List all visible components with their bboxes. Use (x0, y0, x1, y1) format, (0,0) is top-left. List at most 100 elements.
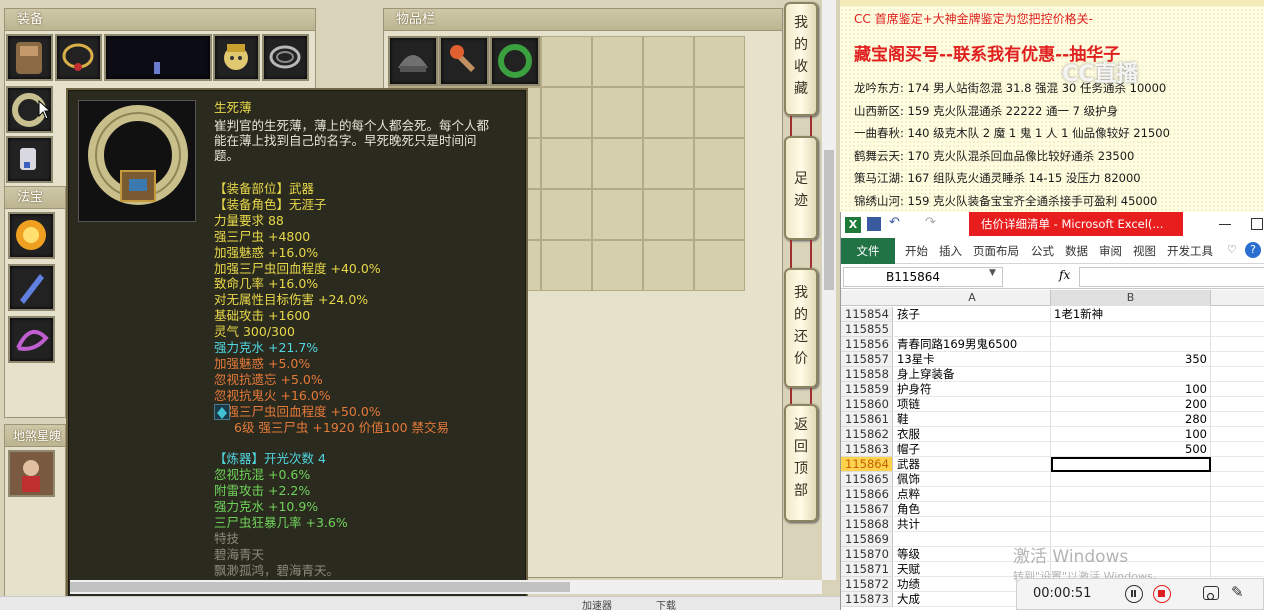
cell-a[interactable]: 武器 (894, 457, 1051, 472)
cell-c[interactable] (1211, 532, 1264, 547)
equip-slot-rope[interactable] (262, 34, 309, 81)
name-box[interactable]: B115864 (843, 267, 1003, 287)
cell-c[interactable] (1211, 412, 1264, 427)
equip-slot-character[interactable] (104, 34, 212, 81)
row-header[interactable]: 115854 (841, 307, 893, 322)
redo-icon[interactable]: ↷ (925, 215, 936, 230)
row-header[interactable]: 115857 (841, 352, 893, 367)
row-header[interactable]: 115855 (841, 322, 893, 337)
cell-c[interactable] (1211, 517, 1264, 532)
cell-b[interactable]: 350 (1051, 352, 1211, 367)
inventory-cell[interactable] (643, 138, 694, 189)
cell-b[interactable]: 200 (1051, 397, 1211, 412)
ribbon-tab[interactable]: 页面布局 (973, 238, 1019, 264)
inventory-cell[interactable] (694, 189, 745, 240)
cell-c[interactable] (1211, 442, 1264, 457)
cell-a[interactable]: 鞋 (894, 412, 1051, 427)
inventory-cell[interactable] (694, 87, 745, 138)
fabao-slot-2[interactable] (8, 264, 55, 311)
row-header[interactable]: 115866 (841, 487, 893, 502)
cell-b[interactable] (1051, 367, 1211, 382)
row-header[interactable]: 115859 (841, 382, 893, 397)
cell-a[interactable]: 角色 (894, 502, 1051, 517)
inventory-cell[interactable] (541, 138, 592, 189)
ribbon-tab[interactable]: 开发工具 (1167, 238, 1213, 264)
cell-c[interactable] (1211, 427, 1264, 442)
cell-c[interactable] (1211, 472, 1264, 487)
row-header[interactable]: 115863 (841, 442, 893, 457)
inventory-cell[interactable] (541, 189, 592, 240)
cell-c[interactable] (1211, 547, 1264, 562)
row-header[interactable]: 115858 (841, 367, 893, 382)
row-header[interactable]: 115871 (841, 562, 893, 577)
selected-cell[interactable] (1051, 457, 1211, 472)
cell-b[interactable] (1051, 487, 1211, 502)
fx-icon[interactable]: fx (1059, 268, 1070, 282)
stop-record-icon[interactable] (1153, 585, 1171, 603)
inventory-cell[interactable] (541, 87, 592, 138)
cell-b[interactable]: 100 (1051, 382, 1211, 397)
cell-a[interactable] (894, 322, 1051, 337)
pen-icon[interactable]: ✎ (1231, 583, 1244, 601)
inventory-cell[interactable] (643, 189, 694, 240)
fabao-slot-1[interactable] (8, 212, 55, 259)
equip-slot-necklace[interactable] (55, 34, 102, 81)
row-header[interactable]: 115868 (841, 517, 893, 532)
inventory-cell[interactable] (592, 240, 643, 291)
inventory-cell[interactable] (643, 36, 694, 87)
inventory-cell[interactable] (592, 138, 643, 189)
my-bargain-button[interactable]: 我的还价 (784, 268, 818, 388)
cell-a[interactable]: 衣服 (894, 427, 1051, 442)
cell-a[interactable]: 身上穿装备 (894, 367, 1051, 382)
cell-a[interactable]: 佩饰 (894, 472, 1051, 487)
row-header[interactable]: 115873 (841, 592, 893, 607)
download-label[interactable]: 下载 (656, 597, 676, 610)
cell-c[interactable] (1211, 352, 1264, 367)
row-header[interactable]: 115861 (841, 412, 893, 427)
my-favorites-button[interactable]: 我的收藏 (784, 2, 818, 116)
cell-b[interactable]: 280 (1051, 412, 1211, 427)
inventory-item-wreath[interactable] (490, 36, 540, 86)
ribbon-tab[interactable]: 视图 (1133, 238, 1156, 264)
ribbon-tab[interactable]: 公式 (1031, 238, 1054, 264)
inventory-cell[interactable] (592, 36, 643, 87)
horizontal-scrollbar[interactable] (70, 580, 822, 594)
inventory-cell[interactable] (592, 189, 643, 240)
cell-c[interactable] (1211, 367, 1264, 382)
cell-b[interactable]: 500 (1051, 442, 1211, 457)
camera-icon[interactable] (1203, 586, 1219, 601)
cell-b[interactable]: 1老1新神 (1051, 307, 1211, 322)
column-header-b[interactable]: B (1051, 290, 1211, 306)
cell-b[interactable] (1051, 337, 1211, 352)
cell-b[interactable] (1051, 502, 1211, 517)
cell-a[interactable]: 点粹 (894, 487, 1051, 502)
formula-input[interactable] (1079, 267, 1264, 287)
equip-slot-helmet[interactable] (213, 34, 260, 81)
cell-c[interactable] (1211, 487, 1264, 502)
row-header[interactable]: 115856 (841, 337, 893, 352)
inventory-cell[interactable] (541, 36, 592, 87)
equip-slot-armor[interactable] (6, 34, 53, 81)
accelerator-label[interactable]: 加速器 (582, 597, 612, 610)
row-header[interactable]: 115860 (841, 397, 893, 412)
cell-a[interactable]: 共计 (894, 517, 1051, 532)
undo-icon[interactable]: ↶ (889, 215, 900, 230)
equip-slot-amulet[interactable] (6, 136, 53, 183)
row-header[interactable]: 115869 (841, 532, 893, 547)
cell-c[interactable] (1211, 562, 1264, 577)
ribbon-tab[interactable]: 文件 (841, 238, 895, 264)
cell-b[interactable] (1051, 472, 1211, 487)
cell-c[interactable] (1211, 337, 1264, 352)
cell-c[interactable] (1211, 457, 1264, 472)
cell-a[interactable]: 帽子 (894, 442, 1051, 457)
cell-c[interactable] (1211, 322, 1264, 337)
name-box-dropdown-icon[interactable]: ▼ (989, 268, 996, 278)
inventory-cell[interactable] (694, 240, 745, 291)
inventory-cell[interactable] (592, 87, 643, 138)
ribbon-collapse-icon[interactable]: ♡ (1227, 243, 1237, 256)
row-header[interactable]: 115862 (841, 427, 893, 442)
row-header[interactable]: 115872 (841, 577, 893, 592)
cell-b[interactable]: 100 (1051, 427, 1211, 442)
ribbon-tab[interactable]: 审阅 (1099, 238, 1122, 264)
row-header[interactable]: 115865 (841, 472, 893, 487)
